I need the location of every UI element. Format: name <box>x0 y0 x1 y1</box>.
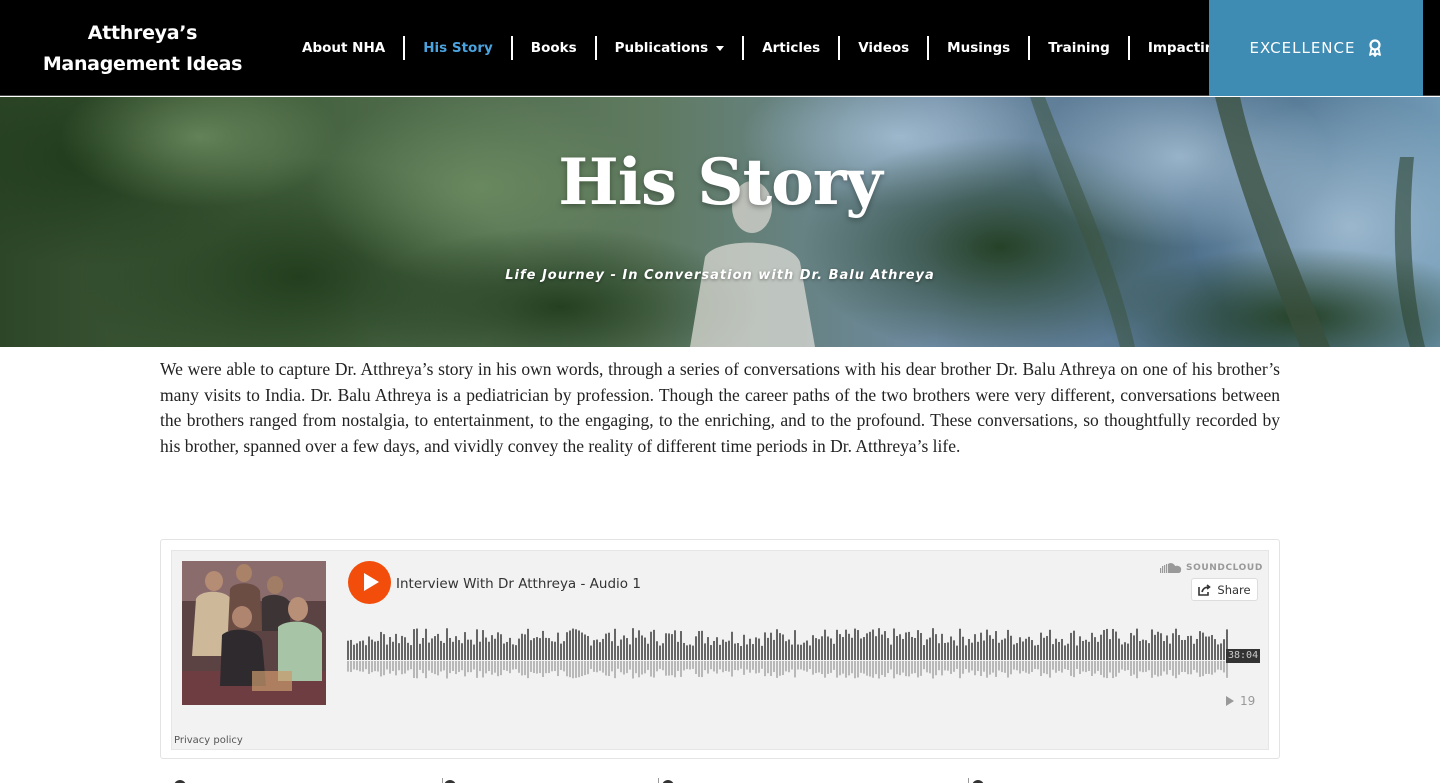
nav-item-articles[interactable]: Articles <box>744 35 838 61</box>
logo-line-2: Management Ideas <box>42 53 243 75</box>
play-count-icon <box>1226 696 1234 706</box>
next-content-preview <box>160 773 1280 783</box>
page-title: His Story <box>558 145 882 220</box>
intro-paragraph: We were able to capture Dr. Atthreya’s s… <box>160 359 1280 456</box>
main-nav: About NHA His Story Books Publications A… <box>284 35 1286 61</box>
soundcloud-brand: SOUNDCLOUD <box>1186 563 1263 573</box>
track-title[interactable]: Interview With Dr Atthreya - Audio 1 <box>396 576 641 592</box>
nav-item-publications[interactable]: Publications <box>597 35 743 61</box>
play-button[interactable] <box>348 561 391 604</box>
track-artwork[interactable] <box>182 561 326 705</box>
hero-banner: His Story Life Journey - In Conversation… <box>0 97 1440 347</box>
play-count: 19 <box>1226 694 1255 708</box>
nav-item-training[interactable]: Training <box>1030 35 1128 61</box>
excellence-button-label: EXCELLENCE <box>1249 39 1356 57</box>
share-button-label: Share <box>1217 582 1251 597</box>
nav-item-about-nha[interactable]: About NHA <box>284 35 403 61</box>
excellence-button[interactable]: EXCELLENCE <box>1209 0 1423 96</box>
play-count-value: 19 <box>1240 694 1256 708</box>
soundcloud-cloud-icon <box>1160 563 1182 573</box>
page-subtitle: Life Journey - In Conversation with Dr. … <box>505 268 935 283</box>
nav-item-publications-label: Publications <box>614 40 709 56</box>
nav-item-books[interactable]: Books <box>513 35 595 61</box>
share-icon <box>1198 583 1212 596</box>
nav-item-videos[interactable]: Videos <box>840 35 927 61</box>
caret-down-icon <box>716 45 725 51</box>
track-duration: 38:04 <box>1226 649 1261 663</box>
audio-waveform[interactable] <box>347 620 1258 680</box>
award-ribbon-icon <box>1368 39 1382 57</box>
soundcloud-logo[interactable]: SOUNDCLOUD <box>1160 563 1263 573</box>
hero-background-image <box>0 97 1440 347</box>
logo-line-1: Atthreya’s <box>87 22 198 44</box>
share-button[interactable]: Share <box>1191 578 1258 601</box>
privacy-policy-link[interactable]: Privacy policy <box>174 735 243 746</box>
site-header: Atthreya’s Management Ideas About NHA Hi… <box>0 0 1440 96</box>
nav-item-his-story[interactable]: His Story <box>405 35 511 61</box>
nav-item-musings[interactable]: Musings <box>929 35 1028 61</box>
site-logo[interactable]: Atthreya’s Management Ideas <box>40 18 245 80</box>
